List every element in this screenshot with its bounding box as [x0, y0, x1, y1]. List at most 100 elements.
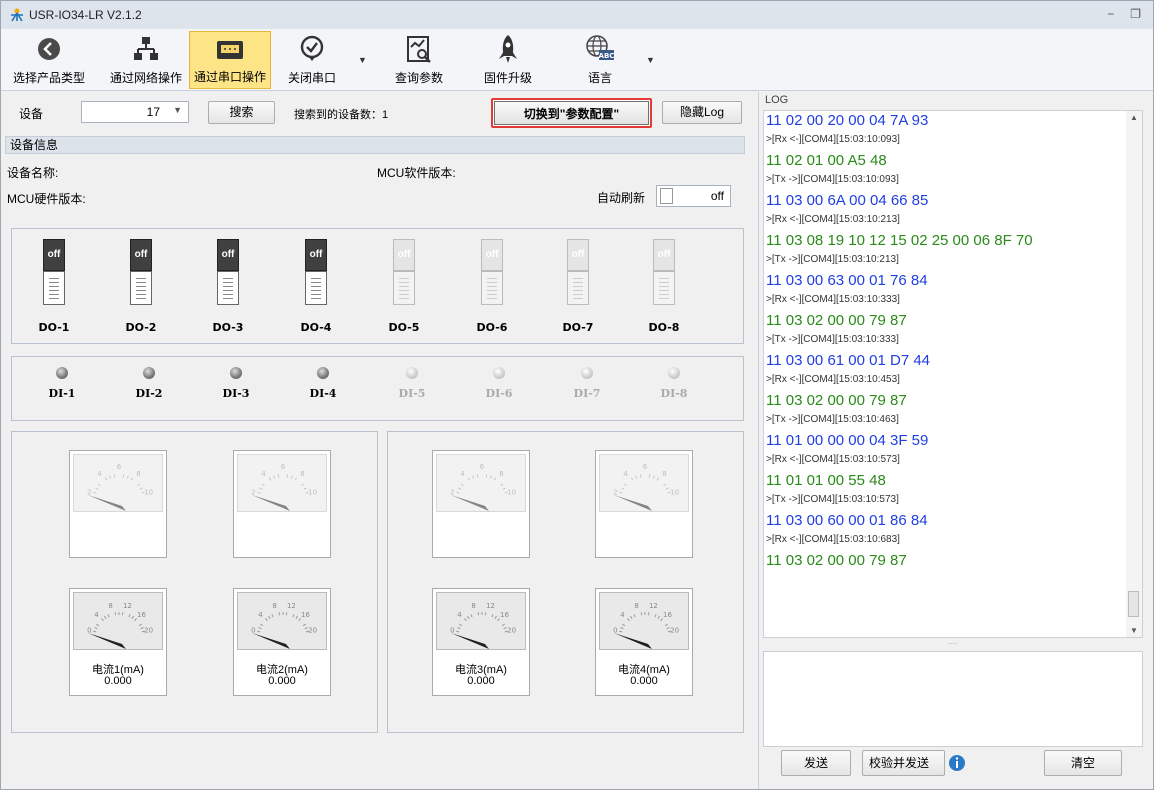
restore-icon[interactable]: ❐	[1130, 7, 1141, 21]
send-button[interactable]: 发送	[781, 750, 851, 776]
svg-text:10: 10	[670, 488, 679, 496]
voltage-gauge-2: 2 4 6 8 10	[233, 450, 331, 558]
log-scrollbar[interactable]: ▲ ▼	[1126, 111, 1142, 637]
svg-text:8: 8	[499, 470, 503, 478]
svg-text:20: 20	[670, 626, 679, 634]
gauge-face: 2 4 6 8 10	[237, 454, 327, 512]
do-switch-8[interactable]: off	[653, 239, 675, 305]
di-label: DI-3	[222, 387, 250, 400]
switch-grip	[130, 271, 152, 305]
svg-text:8: 8	[471, 602, 475, 610]
gauge-face: 2 4 6 8 10	[599, 454, 689, 512]
svg-text:0: 0	[87, 626, 91, 634]
hide-log-button[interactable]: 隐藏Log	[662, 101, 742, 124]
current-gauge-4: 0 4 8 12 16 20 电流4(mA) 0.000	[595, 588, 693, 696]
di-label: DI-8	[660, 387, 688, 400]
scroll-thumb[interactable]	[1128, 591, 1139, 617]
svg-text:4: 4	[261, 470, 266, 478]
switch-grip	[305, 271, 327, 305]
device-value: 17	[146, 105, 160, 119]
current-value: 0.000	[268, 675, 296, 687]
search-button[interactable]: 搜索	[208, 101, 275, 124]
do-label: DO-3	[212, 321, 244, 334]
do-switch-6[interactable]: off	[481, 239, 503, 305]
app-window: USR-IO34-LR V2.1.2 − ❐ 选择产品类型 通过网络操作 通过串…	[0, 0, 1154, 790]
svg-text:0: 0	[613, 626, 617, 634]
do-switch-4[interactable]: off	[305, 239, 327, 305]
svg-text:8: 8	[272, 602, 276, 610]
switch-grip	[393, 271, 415, 305]
verify-send-button[interactable]: 校验并发送	[862, 750, 945, 776]
scroll-down-icon[interactable]: ▼	[1130, 626, 1138, 635]
toggle-knob	[660, 188, 673, 204]
do-label: DO-5	[388, 321, 420, 334]
svg-text:8: 8	[300, 470, 304, 478]
svg-text:2: 2	[251, 488, 255, 496]
di-led-1	[56, 367, 68, 379]
log-line: >[Rx <-][COM4][15:03:10:213]	[766, 214, 900, 225]
log-line: 11 03 00 63 00 01 76 84	[766, 272, 928, 289]
svg-text:2: 2	[613, 488, 617, 496]
svg-text:4: 4	[258, 611, 263, 619]
scroll-up-icon[interactable]: ▲	[1130, 113, 1138, 122]
title-bar: USR-IO34-LR V2.1.2 − ❐	[1, 1, 1153, 29]
svg-text:16: 16	[137, 611, 146, 619]
di-label: DI-1	[48, 387, 76, 400]
log-line: 11 02 01 00 A5 48	[766, 152, 887, 169]
close-serial-button[interactable]: 关闭串口	[279, 31, 345, 89]
query-params-button[interactable]: 查询参数	[386, 31, 452, 89]
svg-text:10: 10	[308, 488, 317, 496]
svg-text:16: 16	[301, 611, 310, 619]
close-serial-dropdown-icon[interactable]: ▼	[358, 55, 367, 65]
svg-text:6: 6	[281, 463, 286, 471]
do-state: off	[481, 239, 503, 271]
query-chart-icon	[407, 36, 431, 63]
serial-operation-button[interactable]: 通过串口操作	[189, 31, 271, 89]
minimize-icon[interactable]: −	[1107, 7, 1114, 21]
current-gauge-3: 0 4 8 12 16 20 电流3(mA) 0.000	[432, 588, 530, 696]
do-switch-5[interactable]: off	[393, 239, 415, 305]
do-switch-3[interactable]: off	[217, 239, 239, 305]
log-splitter[interactable]: ....	[763, 638, 1143, 649]
gauge-face: 2 4 6 8 10	[73, 454, 163, 512]
di-led-7	[581, 367, 593, 379]
do-state: off	[393, 239, 415, 271]
log-line: 11 03 02 00 00 79 87	[766, 552, 907, 569]
do-switch-7[interactable]: off	[567, 239, 589, 305]
chevron-down-icon[interactable]: ▼	[173, 105, 182, 115]
current-value: 0.000	[630, 675, 658, 687]
do-label: DO-7	[562, 321, 594, 334]
di-led-5	[406, 367, 418, 379]
send-input[interactable]	[763, 651, 1143, 747]
switch-to-config-button[interactable]: 切换到"参数配置"	[491, 98, 652, 128]
svg-text:4: 4	[97, 470, 102, 478]
log-view[interactable]: 11 02 00 20 00 04 7A 93 >[Rx <-][COM4][15…	[763, 110, 1143, 638]
log-line: 11 03 02 00 00 79 87	[766, 392, 907, 409]
gauge-face: 0 4 8 12 16 20	[436, 592, 526, 650]
do-state: off	[130, 239, 152, 271]
do-state: off	[217, 239, 239, 271]
svg-text:12: 12	[649, 602, 658, 610]
svg-text:16: 16	[663, 611, 672, 619]
clear-button[interactable]: 清空	[1044, 750, 1122, 776]
check-circle-icon	[300, 35, 324, 61]
svg-text:16: 16	[500, 611, 509, 619]
device-select[interactable]: 17 ▼	[81, 101, 189, 123]
language-button[interactable]: ABC 语言	[567, 31, 633, 89]
do-switch-1[interactable]: off	[43, 239, 65, 305]
do-state: off	[305, 239, 327, 271]
firmware-upgrade-button[interactable]: 固件升级	[475, 31, 541, 89]
svg-text:2: 2	[87, 488, 91, 496]
language-dropdown-icon[interactable]: ▼	[646, 55, 655, 65]
do-state: off	[567, 239, 589, 271]
info-icon[interactable]	[948, 754, 966, 772]
toolbar: 选择产品类型 通过网络操作 通过串口操作 关闭串口 ▼ 查询参数 固件升级 AB…	[1, 29, 1153, 91]
network-operation-button[interactable]: 通过网络操作	[104, 31, 188, 89]
switch-grip	[481, 271, 503, 305]
log-line: >[Rx <-][COM4][15:03:10:683]	[766, 534, 900, 545]
auto-refresh-toggle[interactable]: off	[656, 185, 731, 207]
select-product-button[interactable]: 选择产品类型	[3, 31, 95, 89]
back-arrow-icon	[38, 38, 60, 60]
do-switch-2[interactable]: off	[130, 239, 152, 305]
log-pane: LOG 11 02 00 20 00 04 7A 93 >[Rx <-][COM4…	[758, 92, 1153, 789]
